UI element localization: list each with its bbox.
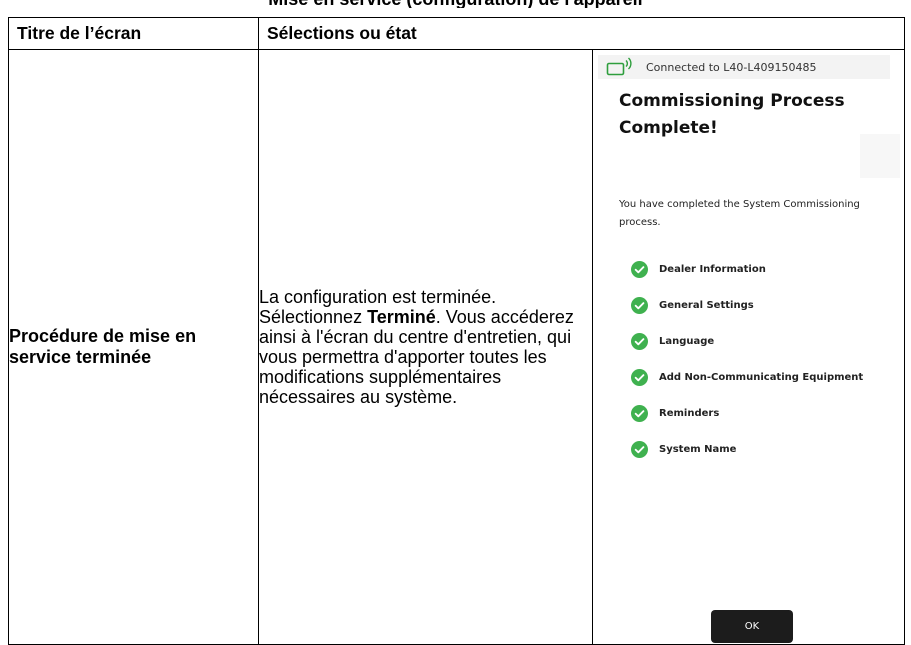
screenshot-cell: Connected to L40-L409150485 Commissionin…	[591, 49, 906, 645]
connection-status-text: Connected to L40-L409150485	[646, 60, 817, 74]
wireless-connection-icon	[606, 57, 632, 76]
list-item: System Name	[631, 431, 863, 467]
document-title-fragment: Mise en service (configuration) de l'app…	[0, 0, 911, 8]
list-item: Dealer Information	[631, 251, 863, 287]
check-circle-icon	[631, 368, 648, 386]
completed-step-label: General Settings	[659, 299, 754, 311]
check-circle-icon	[631, 332, 648, 350]
description-cell: La configuration est terminée. Sélection…	[258, 49, 593, 645]
header-selections: Sélections ou état	[257, 17, 906, 50]
check-circle-icon	[631, 296, 648, 314]
check-circle-icon	[631, 440, 648, 458]
list-item: Language	[631, 323, 863, 359]
completed-step-label: Add Non-Communicating Equipment	[659, 371, 864, 383]
completion-heading: Commissioning Process Complete!	[619, 91, 845, 138]
list-item: Add Non-Communicating Equipment	[631, 359, 863, 395]
completed-step-label: Dealer Information	[659, 263, 766, 275]
ok-button[interactable]: OK	[711, 610, 793, 643]
list-item: Reminders	[631, 395, 863, 431]
completed-step-label: System Name	[659, 443, 737, 455]
list-item: General Settings	[631, 287, 863, 323]
completion-intro-text: You have completed the System Commission…	[619, 199, 860, 228]
header-screen-title: Titre de l’écran	[8, 17, 259, 50]
check-circle-icon	[631, 260, 648, 278]
device-screen: Connected to L40-L409150485 Commissionin…	[593, 50, 905, 644]
table-header-row: Titre de l’écran Sélections ou état	[8, 17, 906, 50]
completed-steps-list: Dealer Information General Settings Langua…	[631, 251, 863, 467]
check-circle-icon	[631, 404, 648, 422]
table-row: Procédure de mise en service terminée La…	[8, 49, 906, 645]
description-bold-term: Terminé	[367, 307, 436, 327]
connection-status-bar: Connected to L40-L409150485	[598, 55, 890, 79]
screen-title-cell: Procédure de mise en service terminée	[8, 49, 259, 645]
completed-step-label: Reminders	[659, 407, 720, 419]
completed-step-label: Language	[659, 335, 715, 347]
instruction-table: Titre de l’écran Sélections ou état Proc…	[8, 17, 906, 645]
